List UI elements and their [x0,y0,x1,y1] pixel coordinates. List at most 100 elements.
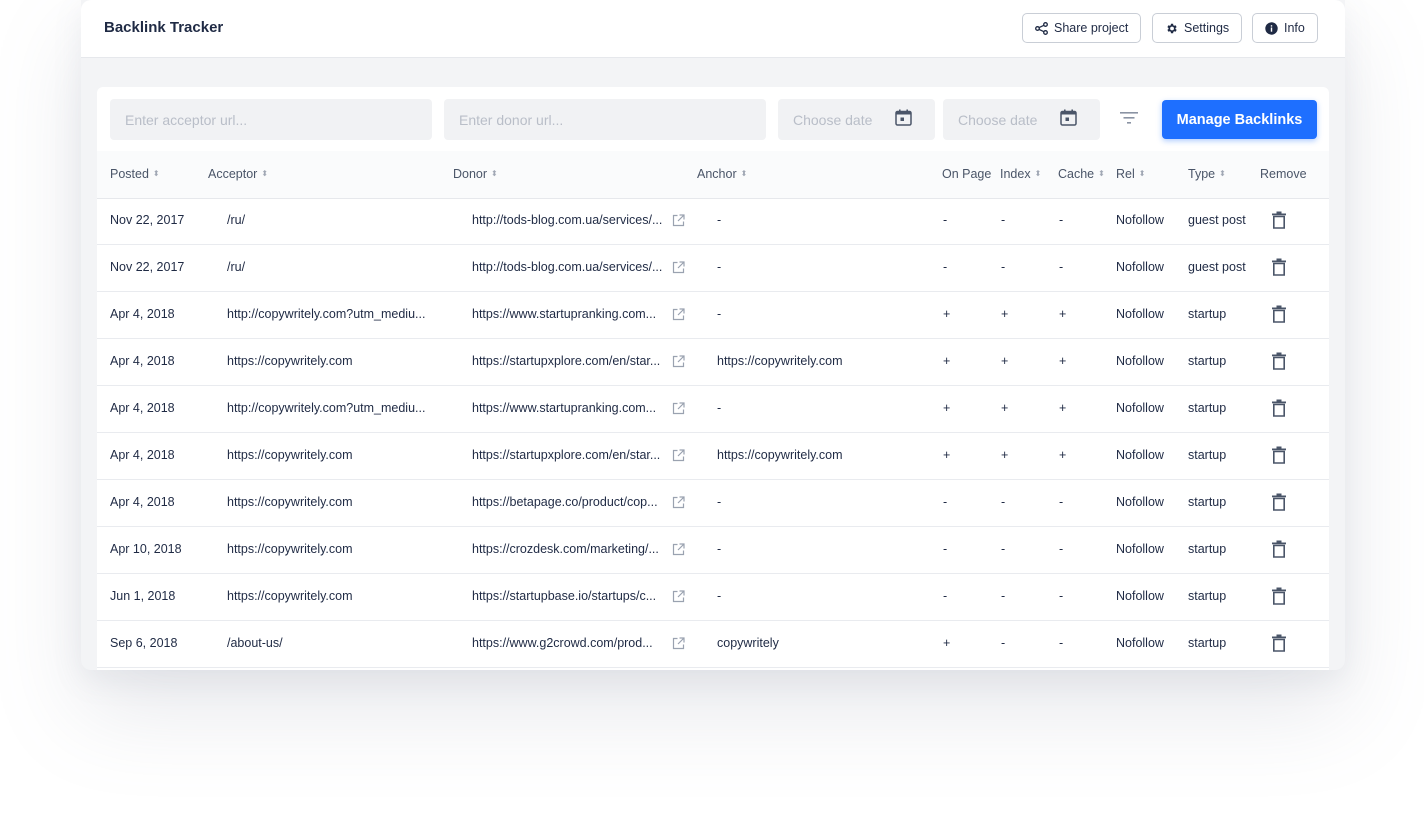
cell-acceptor: http://copywritely.com?utm_mediu... [227,401,426,415]
calendar-icon[interactable] [895,109,912,131]
cell-index: - [1001,636,1006,650]
column-anchor[interactable]: Anchor ⬍ [697,167,747,181]
trash-icon[interactable] [1272,446,1286,469]
cell-on-page: + [943,401,951,415]
calendar-icon[interactable] [1060,109,1077,131]
cell-on-page: + [943,354,951,368]
cell-type: startup [1188,401,1227,415]
cell-on-page: - [943,213,948,227]
column-donor-label: Donor [453,167,488,181]
table-header: Posted ⬍ Acceptor ⬍ Donor ⬍ Anchor ⬍ On Page… [97,151,1329,199]
trash-icon[interactable] [1272,493,1286,516]
cell-on-page: - [943,542,948,556]
cell-type: startup [1188,354,1227,368]
cell-acceptor: https://copywritely.com [227,542,353,556]
external-link-icon[interactable] [672,543,685,561]
cell-rel: Nofollow [1116,542,1164,556]
cell-acceptor: https://copywritely.com [227,448,353,462]
cell-index: + [1001,307,1009,321]
external-link-icon[interactable] [672,590,685,608]
settings-button[interactable]: Settings [1152,13,1243,43]
trash-icon[interactable] [1272,258,1286,281]
trash-icon[interactable] [1272,587,1286,610]
column-remove: Remove [1260,167,1307,181]
trash-icon[interactable] [1272,540,1286,563]
cell-donor-link[interactable]: http://tods-blog.com.ua/services/... [472,260,668,274]
cell-donor-link[interactable]: https://crozdesk.com/marketing/... [472,542,668,556]
filter-icon[interactable] [1120,111,1138,130]
table-row: Apr 4, 2018 https://copywritely.com http… [97,339,1329,386]
column-posted[interactable]: Posted ⬍ [110,167,160,181]
cell-type: startup [1188,307,1227,321]
trash-icon[interactable] [1272,634,1286,657]
external-link-icon[interactable] [672,308,685,326]
cell-donor-link[interactable]: https://www.startupranking.com... [472,401,668,415]
cell-rel: Nofollow [1116,260,1164,274]
external-link-icon[interactable] [672,637,685,655]
cell-acceptor: /ru/ [227,213,246,227]
trash-icon[interactable] [1272,352,1286,375]
cell-posted: Apr 4, 2018 [110,401,175,415]
external-link-icon[interactable] [672,214,685,232]
column-cache[interactable]: Cache ⬍ [1058,167,1105,181]
cell-donor-link[interactable]: http://tods-blog.com.ua/services/... [472,213,668,227]
backlinks-card: Manage Backlinks Posted⬍ Acceptor⬍ Donor… [97,87,1329,670]
cell-index: + [1001,401,1009,415]
cell-acceptor: https://copywritely.com [227,589,353,603]
column-index[interactable]: Index ⬍ [1000,167,1041,181]
acceptor-url-input[interactable] [110,99,432,140]
cell-donor-link[interactable]: https://startupxplore.com/en/star... [472,354,668,368]
external-link-icon[interactable] [672,449,685,467]
cell-cache: - [1059,636,1064,650]
trash-icon[interactable] [1272,305,1286,328]
cell-rel: Nofollow [1116,589,1164,603]
sort-icon: ⬍ [740,169,748,178]
column-rel[interactable]: Rel ⬍ [1116,167,1145,181]
cell-donor-link[interactable]: https://startupbase.io/startups/c... [472,589,668,603]
cell-type: startup [1188,542,1227,556]
cell-acceptor: /about-us/ [227,636,283,650]
sort-icon: ⬍ [152,169,160,178]
column-acceptor[interactable]: Acceptor ⬍ [208,167,268,181]
cell-acceptor: https://copywritely.com [227,495,353,509]
cell-donor-link[interactable]: https://betapage.co/product/cop... [472,495,668,509]
cell-index: - [1001,260,1006,274]
table-row: Apr 4, 2018 http://copywritely.com?utm_m… [97,292,1329,339]
cell-anchor: https://copywritely.com [717,354,843,368]
cell-posted: Apr 4, 2018 [110,495,175,509]
table-body: Nov 22, 2017 /ru/ http://tods-blog.com.u… [97,198,1329,668]
cell-anchor: copywritely [717,636,779,650]
column-index-label: Index [1000,167,1031,181]
external-link-icon[interactable] [672,496,685,514]
cell-rel: Nofollow [1116,401,1164,415]
external-link-icon[interactable] [672,261,685,279]
info-label: Info [1284,21,1305,35]
manage-backlinks-button[interactable]: Manage Backlinks [1162,100,1317,139]
cell-on-page: - [943,260,948,274]
cell-donor-link[interactable]: https://www.startupranking.com... [472,307,668,321]
trash-icon[interactable] [1272,399,1286,422]
column-posted-label: Posted [110,167,149,181]
cell-rel: Nofollow [1116,495,1164,509]
share-project-button[interactable]: Share project [1022,13,1142,43]
column-on-page: On Page [942,167,991,181]
cell-anchor: - [717,401,722,415]
cell-donor-link[interactable]: https://www.g2crowd.com/prod... [472,636,668,650]
donor-url-input[interactable] [444,99,766,140]
cell-acceptor: https://copywritely.com [227,354,353,368]
column-type[interactable]: Type ⬍ [1188,167,1226,181]
cell-type: startup [1188,448,1227,462]
external-link-icon[interactable] [672,355,685,373]
column-cache-label: Cache [1058,167,1095,181]
cell-acceptor: /ru/ [227,260,246,274]
cell-index: + [1001,448,1009,462]
cell-type: guest post [1188,260,1246,274]
info-button[interactable]: Info [1252,13,1318,43]
external-link-icon[interactable] [672,402,685,420]
cell-donor-link[interactable]: https://startupxplore.com/en/star... [472,448,668,462]
column-donor[interactable]: Donor ⬍ [453,167,498,181]
trash-icon[interactable] [1272,211,1286,234]
cell-type: startup [1188,636,1227,650]
sort-icon: ⬍ [261,169,269,178]
settings-label: Settings [1184,21,1230,35]
